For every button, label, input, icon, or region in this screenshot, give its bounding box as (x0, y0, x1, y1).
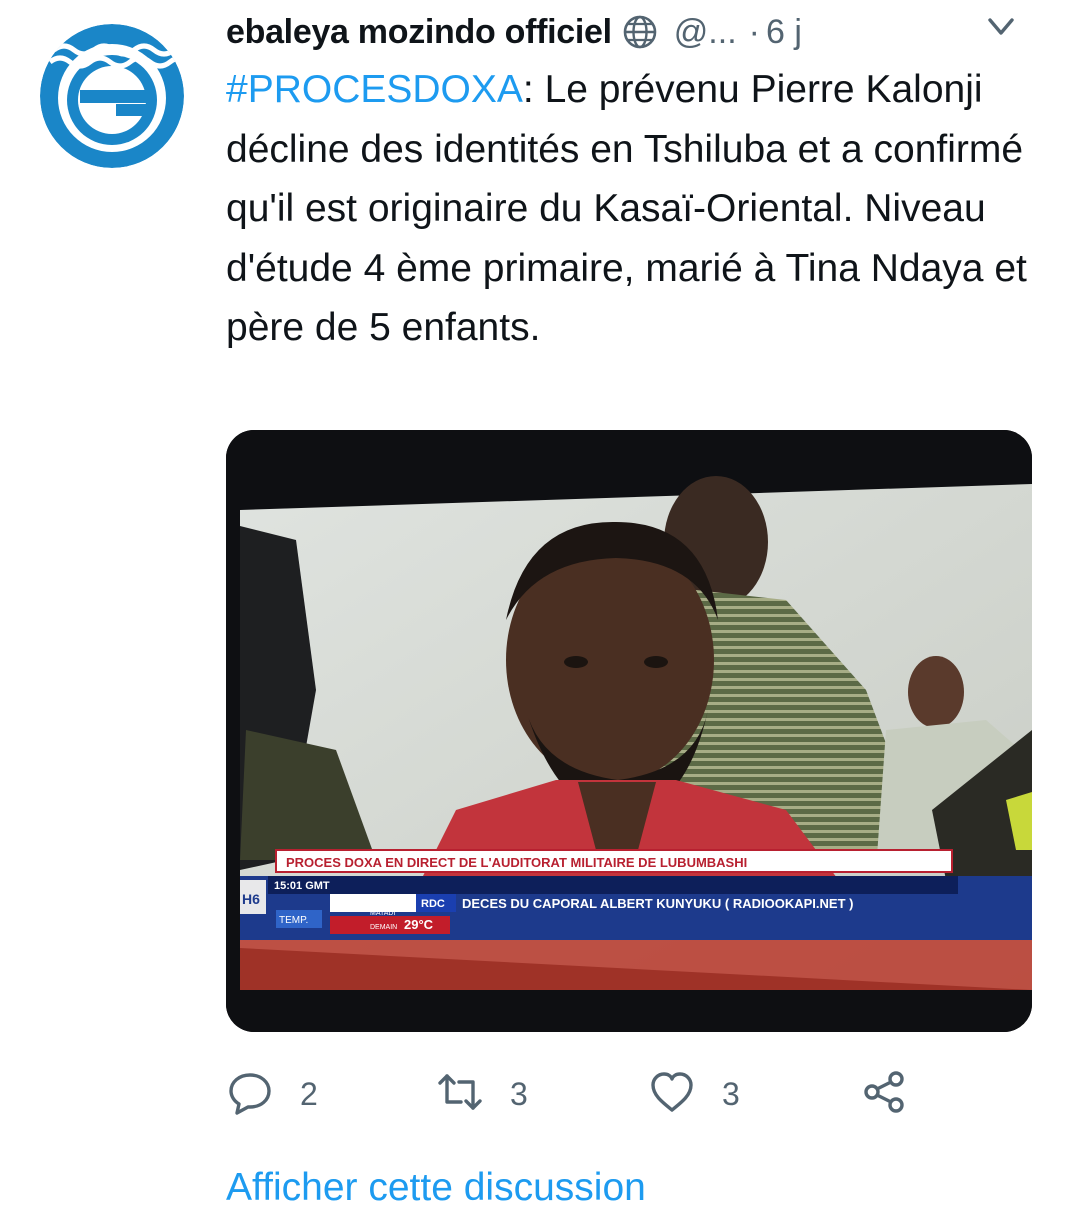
more-icon[interactable] (978, 6, 1024, 52)
retweet-count: 3 (510, 1075, 528, 1112)
region-tag: RDC (421, 898, 445, 910)
share-button[interactable] (860, 1058, 908, 1130)
weather-city: MATADI (370, 910, 395, 917)
display-name[interactable]: ebaleya mozindo officiel (226, 13, 612, 52)
globe-icon (622, 14, 658, 50)
channel-logo: H6 (242, 891, 260, 907)
tweet-text: #PROCESDOXA: Le prévenu Pierre Kalonji d… (226, 60, 1036, 358)
handle[interactable]: @... (674, 13, 737, 52)
show-thread-link[interactable]: Afficher cette discussion (226, 1166, 646, 1210)
share-icon (860, 1068, 908, 1121)
ticker-headline: PROCES DOXA EN DIRECT DE L'AUDITORAT MIL… (286, 855, 747, 870)
hashtag-link[interactable]: #PROCESDOXA (226, 68, 523, 111)
tweet-header: ebaleya mozindo officiel @... · 6 j (226, 6, 1026, 58)
reply-icon (226, 1068, 274, 1121)
tweet-actions: 2 3 3 (226, 1058, 1026, 1130)
tv-screen-photo: PROCES DOXA EN DIRECT DE L'AUDITORAT MIL… (226, 430, 1032, 1032)
like-count: 3 (722, 1075, 740, 1112)
reply-count: 2 (300, 1075, 318, 1112)
news-line: DECES DU CAPORAL ALBERT KUNYUKU ( RADIOO… (462, 896, 853, 911)
weather-when: DEMAIN (370, 924, 397, 931)
ebaleya-logo-icon (40, 24, 184, 168)
temp-label: TEMP. (279, 915, 308, 926)
like-button[interactable]: 3 (648, 1058, 740, 1130)
weather-value: 29°C (404, 917, 434, 932)
retweet-button[interactable]: 3 (436, 1058, 528, 1130)
avatar[interactable] (40, 24, 184, 168)
tv-clock: 15:01 GMT (274, 880, 330, 892)
heart-icon (648, 1068, 696, 1121)
separator-dot: · (748, 12, 760, 51)
timestamp[interactable]: 6 j (766, 13, 802, 52)
tweet-media[interactable]: PROCES DOXA EN DIRECT DE L'AUDITORAT MIL… (226, 430, 1032, 1032)
reply-button[interactable]: 2 (226, 1058, 318, 1130)
retweet-icon (436, 1068, 484, 1121)
